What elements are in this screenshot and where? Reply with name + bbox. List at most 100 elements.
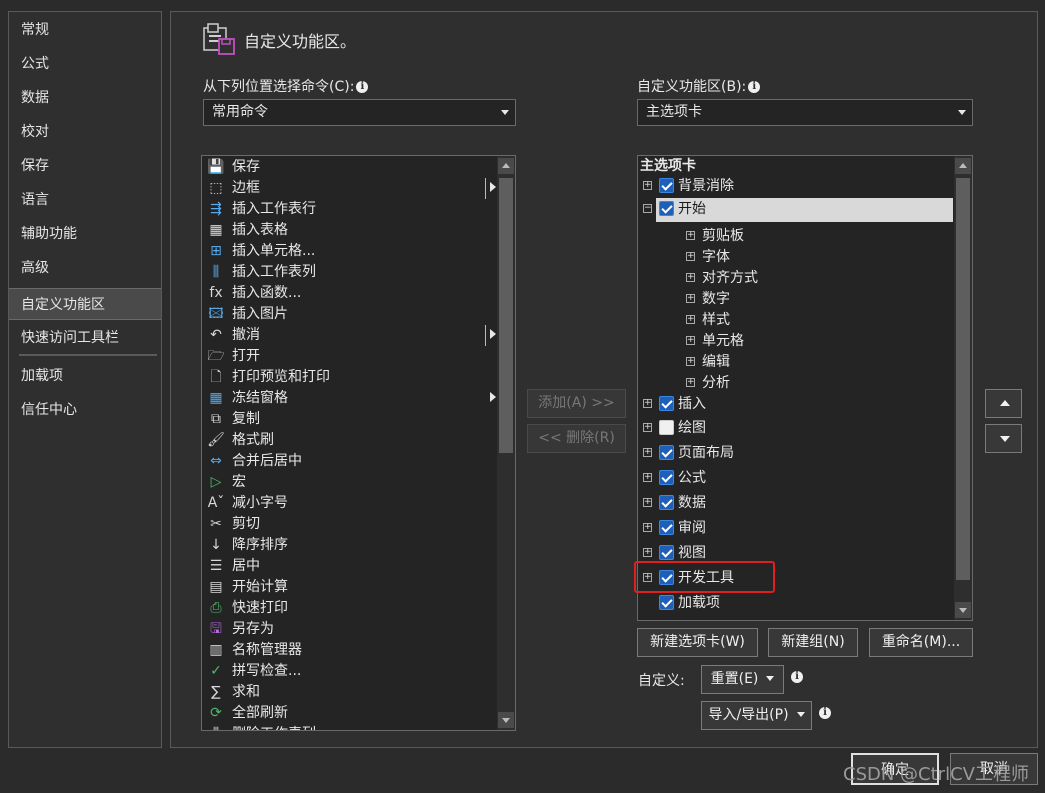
command-item[interactable]: ⧉ 复制 xyxy=(206,409,496,430)
expand-icon[interactable]: + xyxy=(686,315,695,324)
collapse-icon[interactable]: − xyxy=(643,204,652,213)
expand-icon[interactable]: + xyxy=(686,273,695,282)
command-item[interactable]: ✓ 拼写检查... xyxy=(206,661,496,682)
nav-item[interactable]: 语言 xyxy=(9,184,161,216)
nav-item[interactable]: 常规 xyxy=(9,14,161,46)
command-item[interactable]: ⬚ 边框 xyxy=(206,178,496,199)
command-item[interactable]: ⇔ 合并后居中 xyxy=(206,451,496,472)
ribbon-tabs-tree[interactable]: 主选项卡 + 背景消除 − 开始 + 剪贴板 + 字体 + 对齐方式 + 数字 + 样式 + 单元格 + 编辑 + 分… xyxy=(637,155,973,621)
command-item[interactable]: 🗁 打开 xyxy=(206,346,496,367)
customize-ribbon-combo[interactable]: 主选项卡 xyxy=(637,99,973,126)
nav-item[interactable]: 信任中心 xyxy=(9,394,161,426)
ribbon-tree-item[interactable]: + 公式 xyxy=(638,467,953,489)
command-item[interactable]: 🖌 格式刷 xyxy=(206,430,496,451)
checkbox-checked-icon[interactable] xyxy=(659,495,674,510)
scroll-up-button[interactable] xyxy=(498,158,514,174)
command-item[interactable]: ▤ 开始计算 xyxy=(206,577,496,598)
command-item[interactable]: ∑ 求和 xyxy=(206,682,496,703)
nav-item[interactable]: 保存 xyxy=(9,150,161,182)
command-item[interactable]: Aˇ 减小字号 xyxy=(206,493,496,514)
expand-icon[interactable]: + xyxy=(643,548,652,557)
command-item[interactable]: ↓ 降序排序 xyxy=(206,535,496,556)
scroll-thumb[interactable] xyxy=(956,178,970,580)
command-item[interactable]: ▦ 冻结窗格 xyxy=(206,388,496,409)
command-item[interactable]: ⎙ 快速打印 xyxy=(206,598,496,619)
expand-icon[interactable]: + xyxy=(686,357,695,366)
expand-icon[interactable]: + xyxy=(643,181,652,190)
expand-icon[interactable]: + xyxy=(643,423,652,432)
checkbox-checked-icon[interactable] xyxy=(659,520,674,535)
rename-button[interactable]: 重命名(M)... xyxy=(869,628,973,657)
command-item[interactable]: ↶ 撤消 xyxy=(206,325,496,346)
command-item[interactable]: ⫼ 插入工作表列 xyxy=(206,262,496,283)
ribbon-tree-item[interactable]: + 数字 xyxy=(638,288,953,310)
command-item[interactable]: 💾 保存 xyxy=(206,157,496,178)
new-group-button[interactable]: 新建组(N) xyxy=(768,628,858,657)
command-item[interactable]: ⫼ 删除工作表列 xyxy=(206,724,496,730)
ribbon-tree-item[interactable]: + 页面布局 xyxy=(638,442,953,464)
command-item[interactable]: ⊞ 插入单元格... xyxy=(206,241,496,262)
scroll-up-button[interactable] xyxy=(955,158,971,174)
scroll-thumb[interactable] xyxy=(499,178,513,453)
nav-item[interactable]: 快速访问工具栏 xyxy=(9,322,161,354)
ribbon-tree-item[interactable]: + 样式 xyxy=(638,309,953,331)
ribbon-tree-item[interactable]: + 背景消除 xyxy=(638,175,953,197)
ribbon-tree-item[interactable]: + 字体 xyxy=(638,246,953,268)
nav-item[interactable]: 高级 xyxy=(9,252,161,284)
expand-icon[interactable]: + xyxy=(686,294,695,303)
ribbon-tree-item[interactable]: + 绘图 xyxy=(638,417,953,439)
expand-icon[interactable]: + xyxy=(643,523,652,532)
nav-item[interactable]: 辅助功能 xyxy=(9,218,161,250)
scroll-down-button[interactable] xyxy=(498,712,514,728)
checkbox-checked-icon[interactable] xyxy=(659,595,674,610)
expand-icon[interactable]: + xyxy=(686,378,695,387)
nav-item[interactable]: 校对 xyxy=(9,116,161,148)
checkbox-unchecked-icon[interactable] xyxy=(659,420,674,435)
scroll-down-button[interactable] xyxy=(955,602,971,618)
commands-list[interactable]: 💾 保存 ⬚ 边框 ⇶ 插入工作表行 ▦ 插入表格 ⊞ 插入单元格... ⫼ 插入工作表列 fx 插入函数… xyxy=(201,155,516,731)
command-item[interactable]: ✂ 剪切 xyxy=(206,514,496,535)
checkbox-checked-icon[interactable] xyxy=(659,178,674,193)
checkbox-checked-icon[interactable] xyxy=(659,445,674,460)
command-item[interactable]: ▷ 宏 xyxy=(206,472,496,493)
command-item[interactable]: ⟳ 全部刷新 xyxy=(206,703,496,724)
nav-item[interactable]: 公式 xyxy=(9,48,161,80)
command-item[interactable]: 🖫 另存为 xyxy=(206,619,496,640)
choose-commands-combo[interactable]: 常用命令 xyxy=(203,99,516,126)
ribbon-tree-item[interactable]: + 编辑 xyxy=(638,351,953,373)
import-export-dropdown[interactable]: 导入/导出(P) xyxy=(701,701,812,730)
expand-icon[interactable]: + xyxy=(643,399,652,408)
expand-icon[interactable]: + xyxy=(686,231,695,240)
expand-icon[interactable]: + xyxy=(643,498,652,507)
ribbon-tree-item[interactable]: + 分析 xyxy=(638,372,953,394)
checkbox-checked-icon[interactable] xyxy=(659,396,674,411)
tree-scrollbar[interactable] xyxy=(954,156,972,620)
ribbon-tree-item[interactable]: + 审阅 xyxy=(638,517,953,539)
ribbon-tree-item[interactable]: + 剪贴板 xyxy=(638,225,953,247)
ribbon-tree-item[interactable]: + 插入 xyxy=(638,393,953,415)
command-item[interactable]: ☰ 居中 xyxy=(206,556,496,577)
ribbon-tree-item[interactable]: + 单元格 xyxy=(638,330,953,352)
expand-icon[interactable]: + xyxy=(643,448,652,457)
add-button[interactable]: 添加(A) >> xyxy=(527,389,626,418)
ribbon-tree-item[interactable]: + 数据 xyxy=(638,492,953,514)
checkbox-checked-icon[interactable] xyxy=(659,545,674,560)
command-item[interactable]: ⇶ 插入工作表行 xyxy=(206,199,496,220)
expand-icon[interactable]: + xyxy=(686,252,695,261)
command-item[interactable]: 🖾 插入图片 xyxy=(206,304,496,325)
ribbon-tree-item[interactable]: 加载项 xyxy=(638,592,953,614)
ribbon-tree-item[interactable]: + 对齐方式 xyxy=(638,267,953,289)
move-up-button[interactable] xyxy=(985,389,1022,418)
ribbon-tree-item[interactable]: − 开始 xyxy=(638,198,953,222)
command-item[interactable]: fx 插入函数... xyxy=(206,283,496,304)
nav-item[interactable]: 数据 xyxy=(9,82,161,114)
checkbox-checked-icon[interactable] xyxy=(659,201,674,216)
checkbox-checked-icon[interactable] xyxy=(659,470,674,485)
nav-item[interactable]: 加载项 xyxy=(9,360,161,392)
command-item[interactable]: ▦ 插入表格 xyxy=(206,220,496,241)
commands-list-scrollbar[interactable] xyxy=(497,156,515,730)
expand-icon[interactable]: + xyxy=(686,336,695,345)
command-item[interactable]: 🗋 打印预览和打印 xyxy=(206,367,496,388)
remove-button[interactable]: << 删除(R) xyxy=(527,424,626,453)
move-down-button[interactable] xyxy=(985,424,1022,453)
